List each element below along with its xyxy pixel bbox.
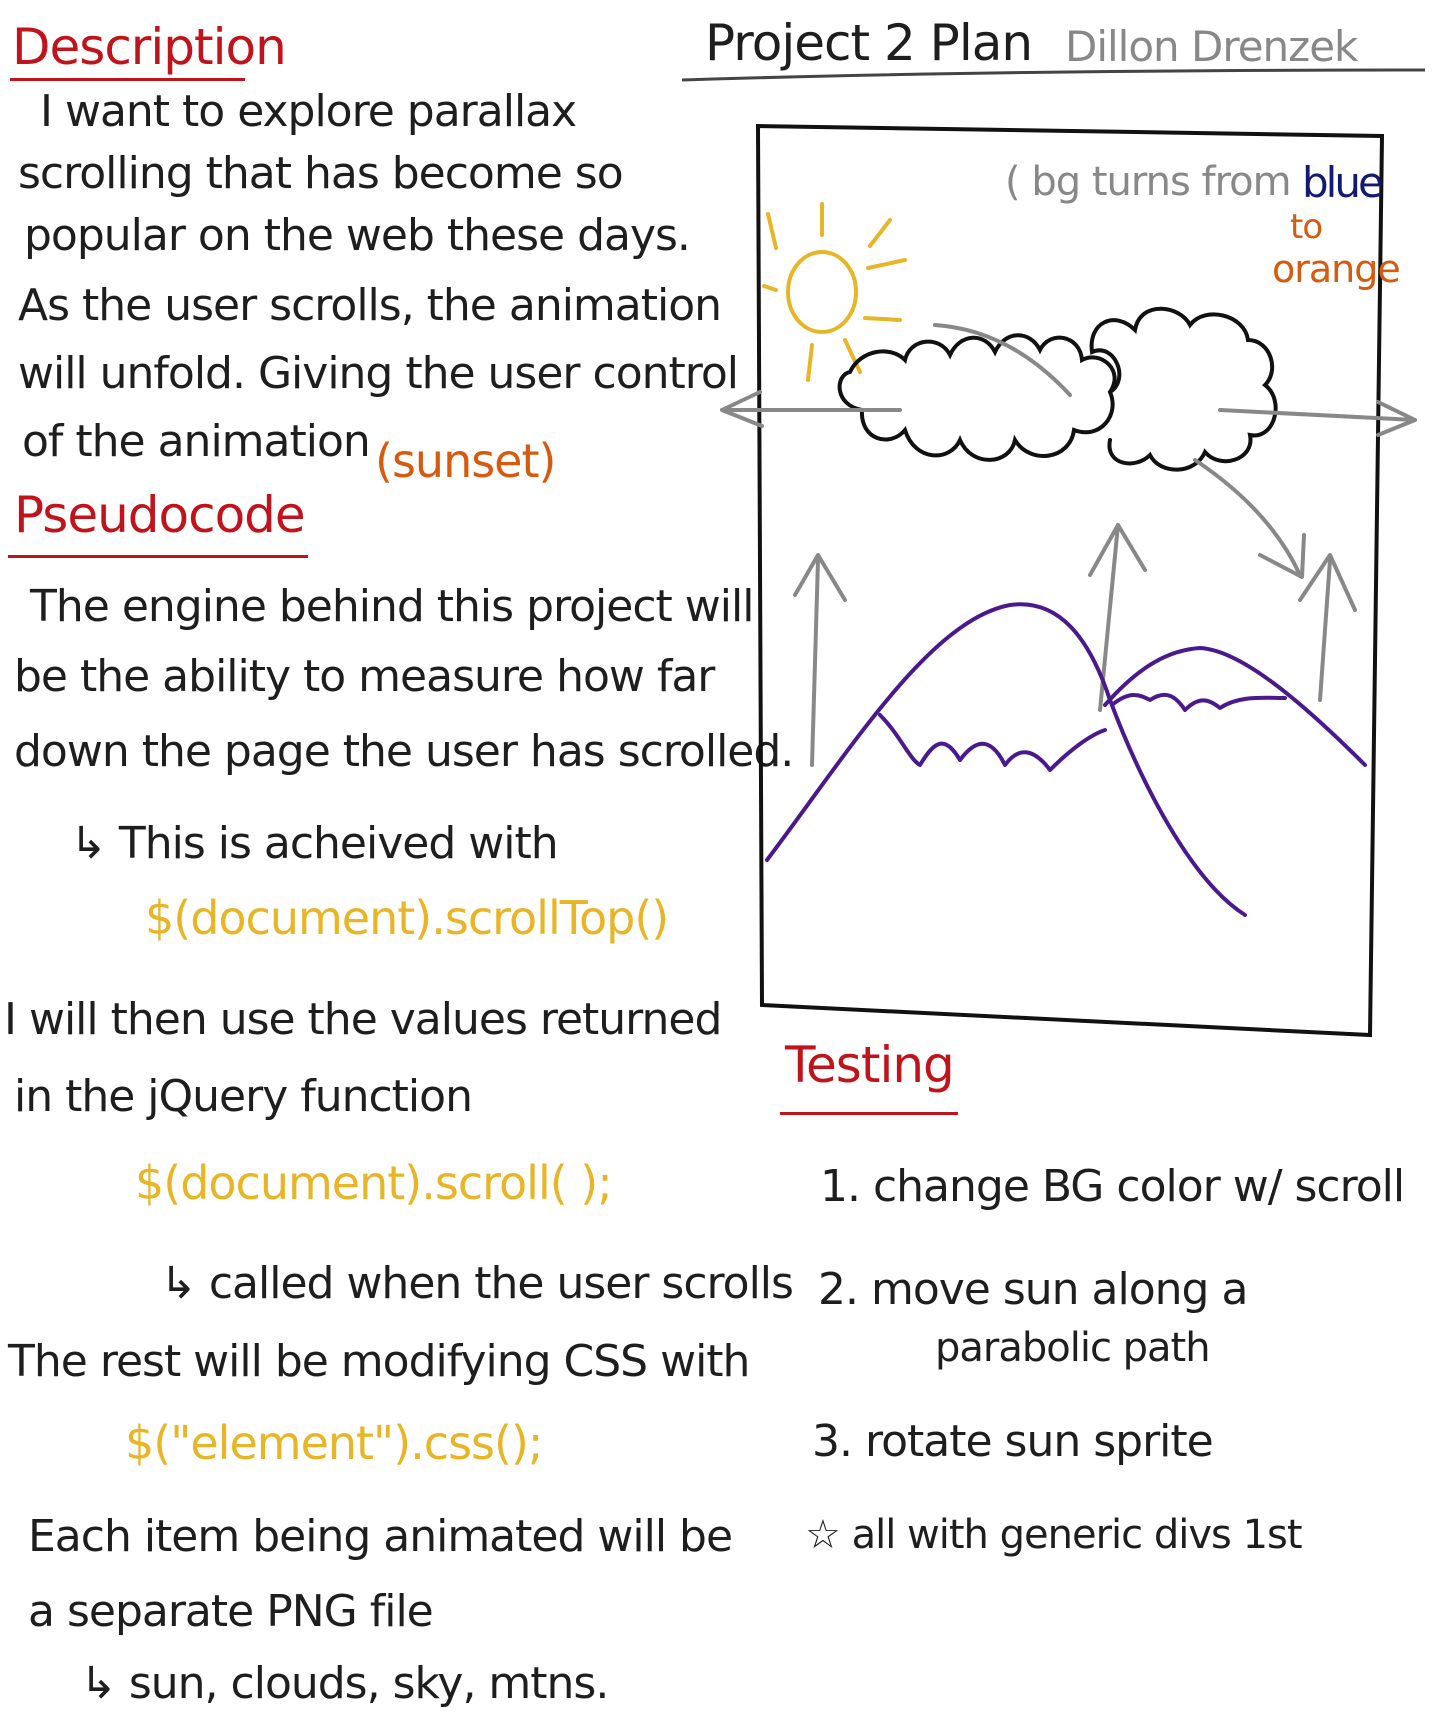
testing-heading: Testing bbox=[785, 1036, 955, 1094]
testing-underline bbox=[780, 1112, 958, 1115]
bg-note-orange: orange bbox=[1272, 247, 1401, 291]
bg-note-to: to bbox=[1290, 207, 1323, 247]
bg-note: ( bg turns from bbox=[1005, 159, 1292, 205]
testing-item: parabolic path bbox=[935, 1325, 1211, 1371]
sun-icon bbox=[762, 202, 907, 382]
testing-item: ☆ all with generic divs 1st bbox=[805, 1512, 1303, 1558]
testing-item: 3. rotate sun sprite bbox=[812, 1416, 1214, 1467]
testing-item: 1. change BG color w/ scroll bbox=[820, 1161, 1405, 1212]
cloud-icon bbox=[837, 306, 1278, 472]
bg-note-blue: blue bbox=[1302, 158, 1384, 207]
parallax-sketch bbox=[720, 123, 1417, 1038]
motion-arrows bbox=[720, 323, 1417, 767]
mountains-icon bbox=[765, 602, 1367, 917]
testing-item: 2. move sun along a bbox=[818, 1264, 1248, 1315]
